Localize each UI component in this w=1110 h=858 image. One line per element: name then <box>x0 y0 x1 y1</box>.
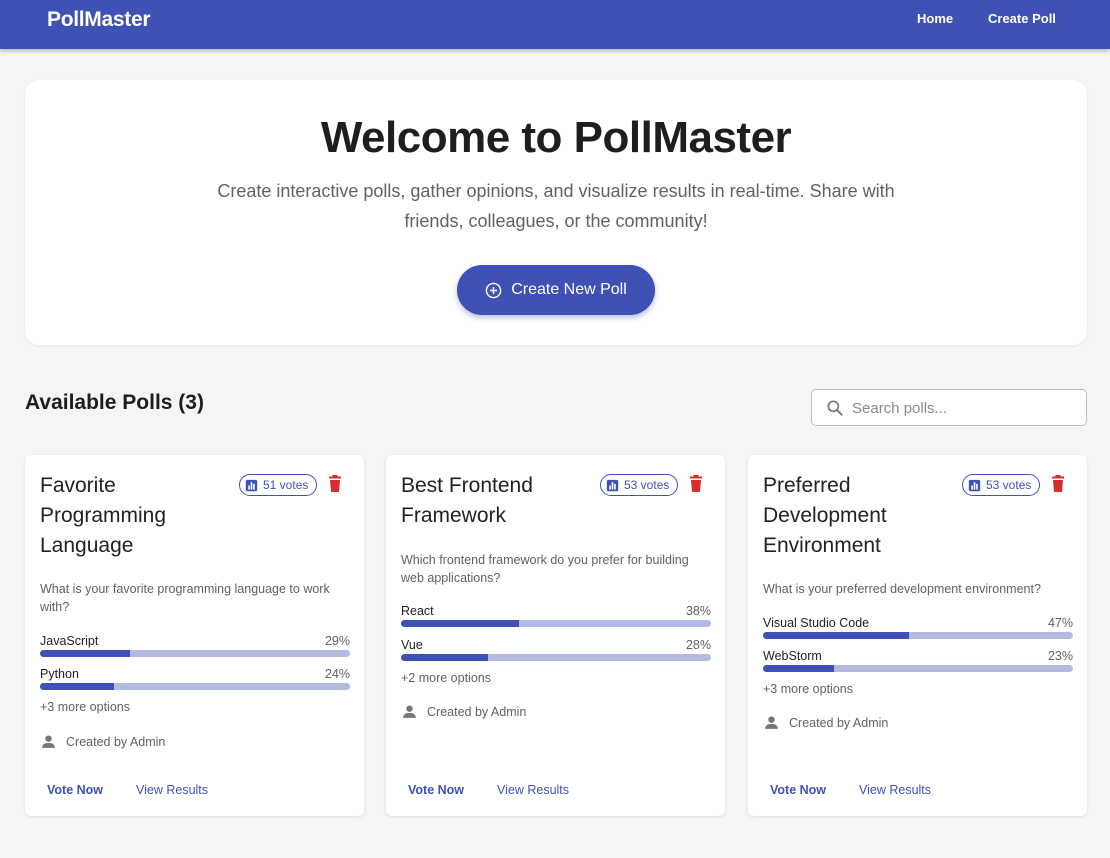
option-percent: 28% <box>685 638 711 652</box>
person-icon <box>42 735 55 748</box>
creator-label: Created by Admin <box>427 704 527 719</box>
option-percent: 24% <box>324 667 350 681</box>
app-bar: PollMaster Home Create Poll <box>0 0 1110 49</box>
option-bar <box>401 620 711 627</box>
poll-creator: Created by Admin <box>401 703 526 720</box>
more-options: +3 more options <box>763 682 853 696</box>
votes-count: 53 votes <box>624 478 670 492</box>
bar-chart-icon <box>606 479 619 491</box>
person-icon <box>765 716 778 729</box>
welcome-hero: Welcome to PollMaster Create interactive… <box>25 80 1087 345</box>
bar-chart-icon <box>968 479 981 491</box>
trash-icon[interactable] <box>688 475 704 493</box>
poll-title: Best Frontend Framework <box>401 474 533 527</box>
votes-chip: 53 votes <box>600 474 679 496</box>
option-percent: 47% <box>1047 616 1073 630</box>
plus-circle-icon <box>485 282 502 298</box>
search-polls-input[interactable] <box>852 396 1077 420</box>
bar-chart-icon <box>245 479 258 491</box>
votes-chip: 51 votes <box>239 474 318 496</box>
available-polls-heading: Available Polls (3) <box>25 391 204 414</box>
poll-description: Which frontend framework do you prefer f… <box>401 553 689 585</box>
vote-now-button[interactable]: Vote Now <box>47 783 103 797</box>
poll-title: Preferred Development Environment <box>763 474 887 557</box>
option-bar-fill <box>763 632 909 639</box>
more-options: +3 more options <box>40 700 130 714</box>
search-box <box>811 389 1087 426</box>
option-bar-fill <box>763 665 835 672</box>
nav-home-button[interactable]: Home <box>917 11 953 26</box>
person-icon <box>403 705 416 718</box>
trash-icon[interactable] <box>327 475 343 493</box>
option-percent: 38% <box>685 604 711 618</box>
vote-now-button[interactable]: Vote Now <box>408 783 464 797</box>
option-label: Vue <box>401 638 423 652</box>
hero-title: Welcome to PollMaster <box>320 113 792 162</box>
hero-subtitle: Create interactive polls, gather opinion… <box>217 181 895 231</box>
option-percent: 29% <box>324 634 350 648</box>
option-bar-fill <box>40 683 115 690</box>
option-label: Python <box>40 667 79 681</box>
option-bar-fill <box>401 654 488 661</box>
votes-count: 51 votes <box>263 478 309 492</box>
view-results-button[interactable]: View Results <box>859 783 931 797</box>
votes-count: 53 votes <box>986 478 1032 492</box>
option-bar-fill <box>401 620 519 627</box>
view-results-button[interactable]: View Results <box>136 783 208 797</box>
poll-card: Favorite Programming Language 51 votes W… <box>25 455 364 816</box>
poll-option: JavaScript 29% <box>40 634 350 657</box>
create-new-poll-button[interactable]: Create New Poll <box>457 265 655 315</box>
poll-description: What is your favorite programming langua… <box>40 582 330 614</box>
option-label: Visual Studio Code <box>763 616 870 630</box>
nav-create-poll-button[interactable]: Create Poll <box>988 11 1056 26</box>
poll-option: Python 24% <box>40 667 350 690</box>
option-label: React <box>401 604 434 618</box>
option-bar <box>763 632 1073 639</box>
more-options: +2 more options <box>401 671 491 685</box>
option-bar <box>40 683 350 690</box>
poll-creator: Created by Admin <box>40 733 165 750</box>
poll-option: Vue 28% <box>401 638 711 661</box>
option-bar <box>763 665 1073 672</box>
option-label: WebStorm <box>763 649 822 663</box>
poll-card: Best Frontend Framework 53 votes Which f… <box>386 455 725 816</box>
poll-description: What is your preferred development envir… <box>763 582 1041 596</box>
poll-option: React 38% <box>401 604 711 627</box>
option-bar <box>401 654 711 661</box>
poll-title: Favorite Programming Language <box>40 474 167 557</box>
option-bar <box>40 650 350 657</box>
poll-creator: Created by Admin <box>763 714 888 731</box>
create-new-poll-label: Create New Poll <box>511 281 627 298</box>
poll-option: WebStorm 23% <box>763 649 1073 672</box>
votes-chip: 53 votes <box>962 474 1041 496</box>
option-label: JavaScript <box>40 634 99 648</box>
vote-now-button[interactable]: Vote Now <box>770 783 826 797</box>
search-icon <box>827 400 843 416</box>
trash-icon[interactable] <box>1050 475 1066 493</box>
poll-card: Preferred Development Environment 53 vot… <box>748 455 1087 816</box>
poll-option: Visual Studio Code 47% <box>763 616 1073 639</box>
creator-label: Created by Admin <box>789 715 889 730</box>
brand-logo[interactable]: PollMaster <box>47 8 151 32</box>
option-bar-fill <box>40 650 130 657</box>
option-percent: 23% <box>1047 649 1073 663</box>
creator-label: Created by Admin <box>66 734 166 749</box>
view-results-button[interactable]: View Results <box>497 783 569 797</box>
